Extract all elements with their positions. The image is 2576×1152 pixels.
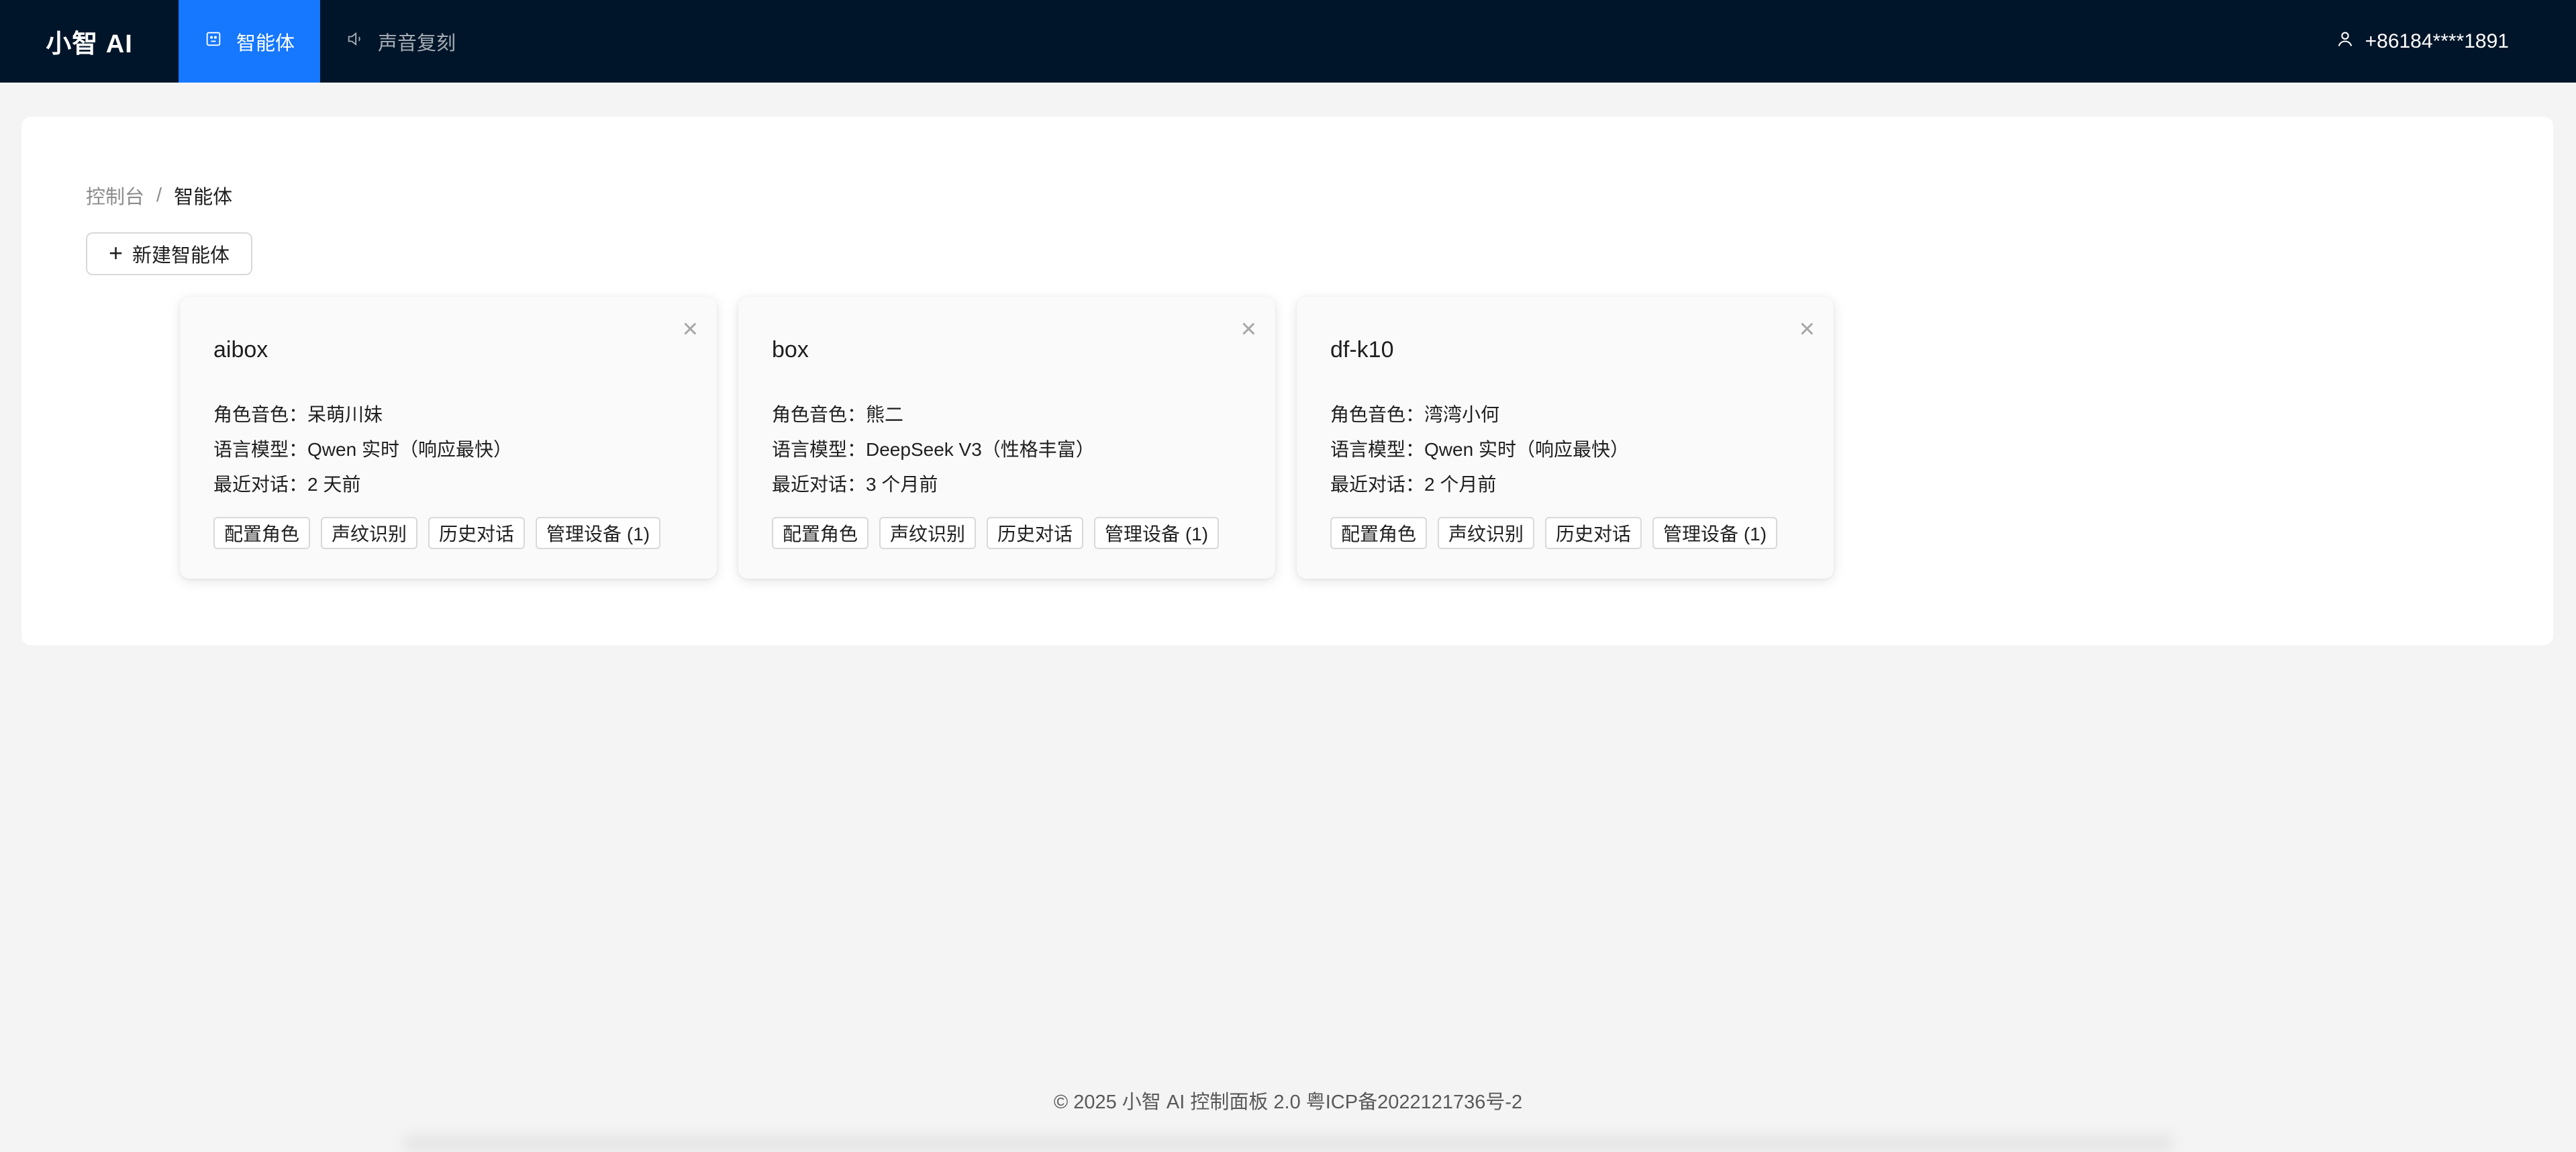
agent-voice-row: 角色音色：湾湾小何 <box>1330 397 1629 432</box>
breadcrumb: 控制台 / 智能体 <box>86 181 232 209</box>
agent-actions: 配置角色 声纹识别 历史对话 管理设备 (1) <box>213 517 661 549</box>
voiceprint-button[interactable]: 声纹识别 <box>321 517 418 549</box>
agent-voice-row: 角色音色：熊二 <box>772 397 1095 432</box>
voiceprint-button[interactable]: 声纹识别 <box>1438 517 1535 549</box>
voice-value: 呆萌川妹 <box>307 404 383 425</box>
agent-last-chat-row: 最近对话：3 个月前 <box>772 467 1095 502</box>
user-phone: +86184****1891 <box>2365 30 2509 52</box>
close-icon[interactable]: × <box>683 316 698 342</box>
agent-last-chat-row: 最近对话：2 个月前 <box>1330 467 1629 502</box>
brand-logo[interactable]: 小智 AI <box>0 0 179 83</box>
chat-history-button[interactable]: 历史对话 <box>428 517 526 549</box>
nav-item-label: 声音复刻 <box>378 32 456 54</box>
breadcrumb-root[interactable]: 控制台 <box>86 181 144 209</box>
model-value: Qwen 实时（响应最快） <box>307 439 512 460</box>
model-label: 语言模型： <box>213 439 308 460</box>
agent-info: 角色音色：熊二 语言模型：DeepSeek V3（性格丰富） 最近对话：3 个月… <box>772 397 1095 502</box>
agent-card[interactable]: × aibox 角色音色：呆萌川妹 语言模型：Qwen 实时（响应最快） 最近对… <box>180 297 717 579</box>
voice-label: 角色音色： <box>1330 404 1425 425</box>
agent-model-row: 语言模型：DeepSeek V3（性格丰富） <box>772 432 1095 467</box>
last-chat-label: 最近对话： <box>213 474 308 495</box>
agent-name: box <box>772 337 809 363</box>
agent-actions: 配置角色 声纹识别 历史对话 管理设备 (1) <box>772 517 1220 549</box>
configure-role-button[interactable]: 配置角色 <box>213 517 311 549</box>
last-chat-label: 最近对话： <box>772 474 866 495</box>
manage-devices-button[interactable]: 管理设备 (1) <box>536 517 661 549</box>
new-agent-label: 新建智能体 <box>132 245 230 267</box>
agent-info: 角色音色：湾湾小何 语言模型：Qwen 实时（响应最快） 最近对话：2 个月前 <box>1330 397 1629 502</box>
speaker-icon <box>346 30 364 54</box>
manage-devices-button[interactable]: 管理设备 (1) <box>1652 517 1778 549</box>
breadcrumb-current: 智能体 <box>174 187 233 208</box>
user-menu[interactable]: +86184****1891 <box>2336 30 2509 54</box>
nav-item-voice-clone[interactable]: 声音复刻 <box>320 0 481 83</box>
chat-history-button[interactable]: 历史对话 <box>987 517 1084 549</box>
model-label: 语言模型： <box>1330 439 1425 460</box>
agent-model-row: 语言模型：Qwen 实时（响应最快） <box>213 432 512 467</box>
manage-devices-button[interactable]: 管理设备 (1) <box>1094 517 1220 549</box>
last-chat-label: 最近对话： <box>1330 474 1425 495</box>
close-icon[interactable]: × <box>1799 316 1815 342</box>
voice-value: 湾湾小何 <box>1424 404 1500 425</box>
voice-value: 熊二 <box>866 404 904 425</box>
nav-item-agents[interactable]: 智能体 <box>179 0 321 83</box>
last-chat-value: 2 个月前 <box>1424 474 1497 495</box>
agent-model-row: 语言模型：Qwen 实时（响应最快） <box>1330 432 1629 467</box>
bottom-edge-shadow <box>403 1135 2175 1152</box>
model-value: Qwen 实时（响应最快） <box>1424 439 1629 460</box>
new-agent-button[interactable]: + 新建智能体 <box>86 232 252 275</box>
agent-name: aibox <box>213 337 268 363</box>
chat-history-button[interactable]: 历史对话 <box>1545 517 1642 549</box>
plus-icon: + <box>108 238 123 267</box>
agent-card[interactable]: × box 角色音色：熊二 语言模型：DeepSeek V3（性格丰富） 最近对… <box>738 297 1275 579</box>
configure-role-button[interactable]: 配置角色 <box>772 517 869 549</box>
model-label: 语言模型： <box>772 439 866 460</box>
last-chat-value: 2 天前 <box>307 474 361 495</box>
breadcrumb-separator: / <box>156 184 162 206</box>
voiceprint-button[interactable]: 声纹识别 <box>879 517 977 549</box>
nav-item-label: 智能体 <box>236 32 295 54</box>
agent-voice-row: 角色音色：呆萌川妹 <box>213 397 512 432</box>
agent-name: df-k10 <box>1330 337 1394 363</box>
main-content-panel: 控制台 / 智能体 + 新建智能体 × aibox 角色音色：呆萌川妹 语言模型… <box>21 117 2553 645</box>
voice-label: 角色音色： <box>772 404 866 425</box>
close-icon[interactable]: × <box>1241 316 1256 342</box>
top-navigation-bar: 小智 AI 智能体 声音复刻 +86184****1891 <box>0 0 2576 83</box>
agent-actions: 配置角色 声纹识别 历史对话 管理设备 (1) <box>1330 517 1778 549</box>
configure-role-button[interactable]: 配置角色 <box>1330 517 1428 549</box>
agent-card[interactable]: × df-k10 角色音色：湾湾小何 语言模型：Qwen 实时（响应最快） 最近… <box>1297 297 1834 579</box>
footer-copyright: © 2025 小智 AI 控制面板 2.0 粤ICP备2022121736号-2 <box>1053 1092 1523 1113</box>
user-icon <box>2336 30 2355 54</box>
agent-last-chat-row: 最近对话：2 天前 <box>213 467 512 502</box>
agent-info: 角色音色：呆萌川妹 语言模型：Qwen 实时（响应最快） 最近对话：2 天前 <box>213 397 512 502</box>
last-chat-value: 3 个月前 <box>866 474 938 495</box>
voice-label: 角色音色： <box>213 404 308 425</box>
model-value: DeepSeek V3（性格丰富） <box>866 439 1095 460</box>
robot-icon <box>204 30 223 54</box>
